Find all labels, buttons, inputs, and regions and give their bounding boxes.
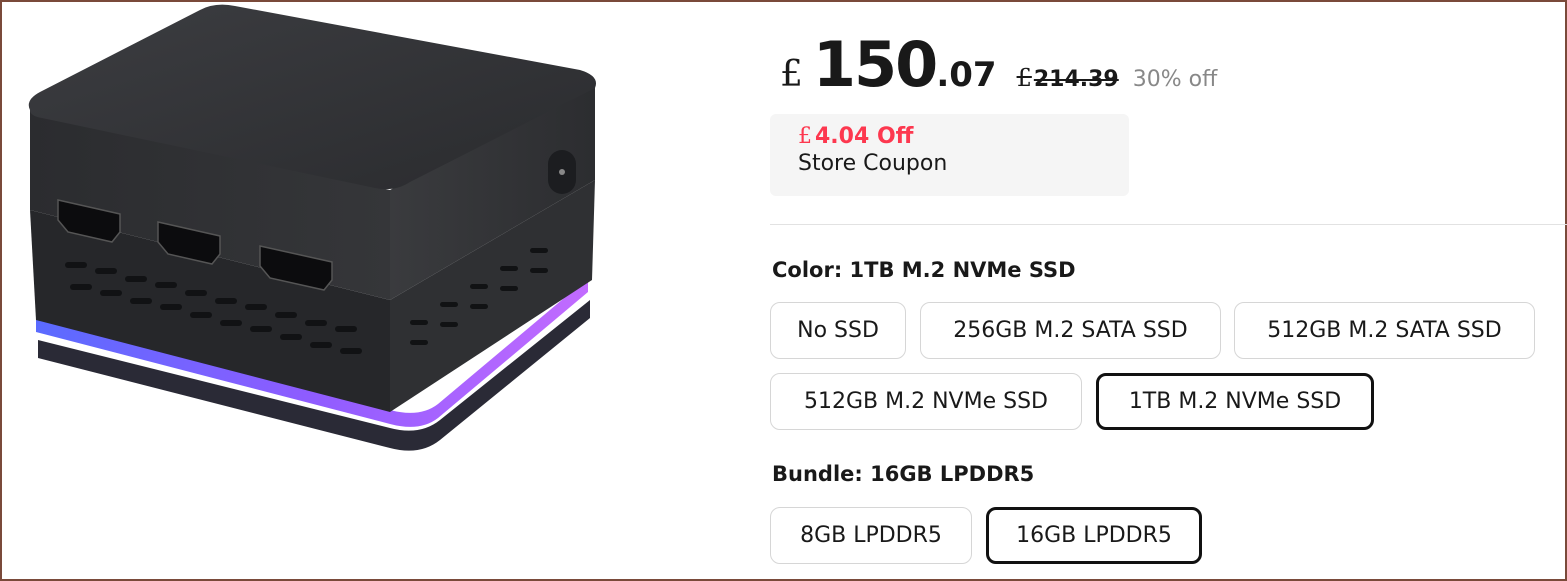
color-option-512gb-nvme[interactable]: 512GB M.2 NVMe SSD [770,373,1082,430]
coupon-currency-symbol: £ [798,124,812,149]
bundle-option-8gb[interactable]: 8GB LPDDR5 [770,507,972,564]
original-price-value: 214.39 [1033,67,1119,92]
original-currency-symbol: £ [1016,64,1032,92]
color-option-1tb-nvme[interactable]: 1TB M.2 NVMe SSD [1096,373,1374,430]
color-option-512gb-sata[interactable]: 512GB M.2 SATA SSD [1234,302,1535,359]
bundle-label: Bundle: [772,462,871,486]
color-section-title: Color: 1TB M.2 NVMe SSD [772,258,1076,282]
store-coupon[interactable]: £4.04 Off Store Coupon [770,114,1129,196]
product-image[interactable] [10,0,620,470]
original-price: £214.39 [1017,64,1119,92]
color-label: Color: [772,258,850,282]
color-option-256gb-sata[interactable]: 256GB M.2 SATA SSD [920,302,1221,359]
bundle-option-16gb[interactable]: 16GB LPDDR5 [986,507,1202,564]
bundle-selected-value: 16GB LPDDR5 [870,462,1035,486]
coupon-label: Store Coupon [798,151,948,176]
price-row: £ 150 .07 £214.39 30% off [780,28,1218,101]
coupon-amount-value: 4.04 Off [815,124,914,149]
discount-percent: 30% off [1132,67,1218,92]
coupon-amount: £4.04 Off [798,124,1129,149]
price-decimal: .07 [936,55,997,95]
color-selected-value: 1TB M.2 NVMe SSD [849,258,1076,282]
bundle-section-title: Bundle: 16GB LPDDR5 [772,462,1034,486]
color-option-no-ssd[interactable]: No SSD [770,302,906,359]
divider [770,224,1567,225]
currency-symbol: £ [780,54,803,95]
price-integer: 150 [812,28,938,101]
